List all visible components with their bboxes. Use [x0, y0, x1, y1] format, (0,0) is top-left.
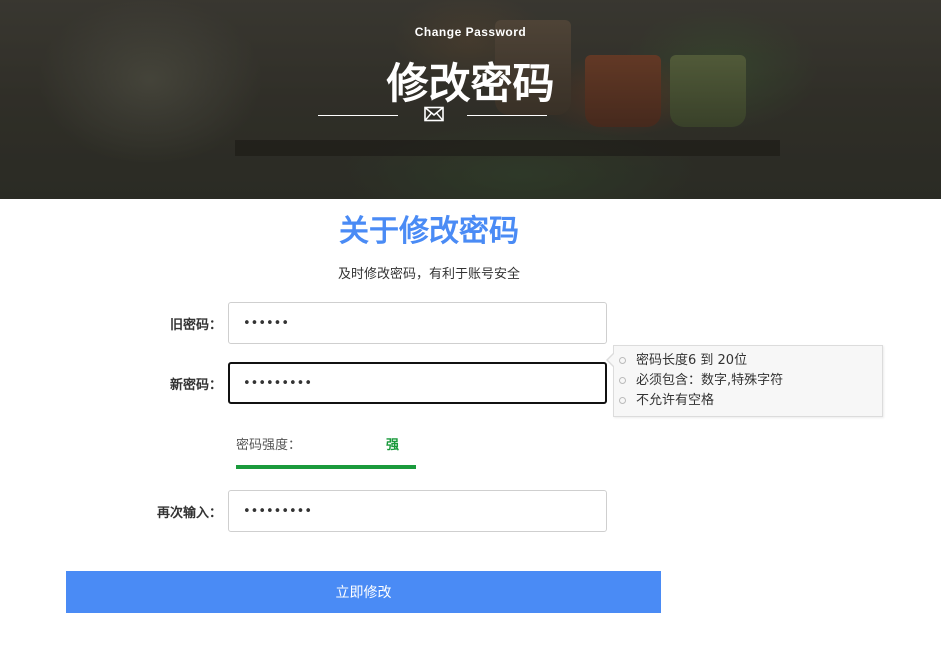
hero-subtitle: Change Password — [414, 25, 527, 39]
hero-divider-left — [318, 115, 398, 116]
password-rule-text: 不允许有空格 — [636, 393, 715, 408]
section-title: 关于修改密码 — [339, 214, 519, 249]
hero-banner: Change Password 修改密码 — [0, 0, 941, 199]
section-description: 及时修改密码，有利于账号安全 — [337, 267, 520, 282]
password-rule-text: 密码长度6 到 20位 — [636, 353, 748, 368]
old-password-label: 旧密码： — [169, 318, 222, 333]
old-password-input[interactable] — [228, 302, 607, 344]
password-strength-label: 密码强度： — [236, 438, 302, 453]
hero-title: 修改密码 — [386, 59, 555, 108]
password-rule: 不允许有空格 — [619, 391, 882, 411]
password-rule: 必须包含：数字,特殊字符 — [619, 371, 882, 391]
new-password-input[interactable] — [228, 362, 607, 404]
password-rule: 密码长度6 到 20位 — [619, 351, 882, 371]
password-strength-bar — [236, 465, 416, 469]
bullet-icon — [619, 357, 626, 364]
submit-button[interactable]: 立即修改 — [66, 571, 661, 613]
bullet-icon — [619, 397, 626, 404]
password-strength-fill — [236, 465, 416, 469]
hero-divider-right — [467, 115, 547, 116]
bullet-icon — [619, 377, 626, 384]
new-password-label: 新密码： — [169, 378, 222, 393]
confirm-password-input[interactable] — [228, 490, 607, 532]
password-rules-tooltip: 密码长度6 到 20位 必须包含：数字,特殊字符 不允许有空格 — [606, 345, 883, 417]
password-rule-text: 必须包含：数字,特殊字符 — [636, 373, 784, 388]
password-strength-value: 强 — [386, 438, 400, 453]
envelope-icon — [424, 106, 444, 122]
confirm-password-label: 再次输入： — [156, 506, 222, 521]
